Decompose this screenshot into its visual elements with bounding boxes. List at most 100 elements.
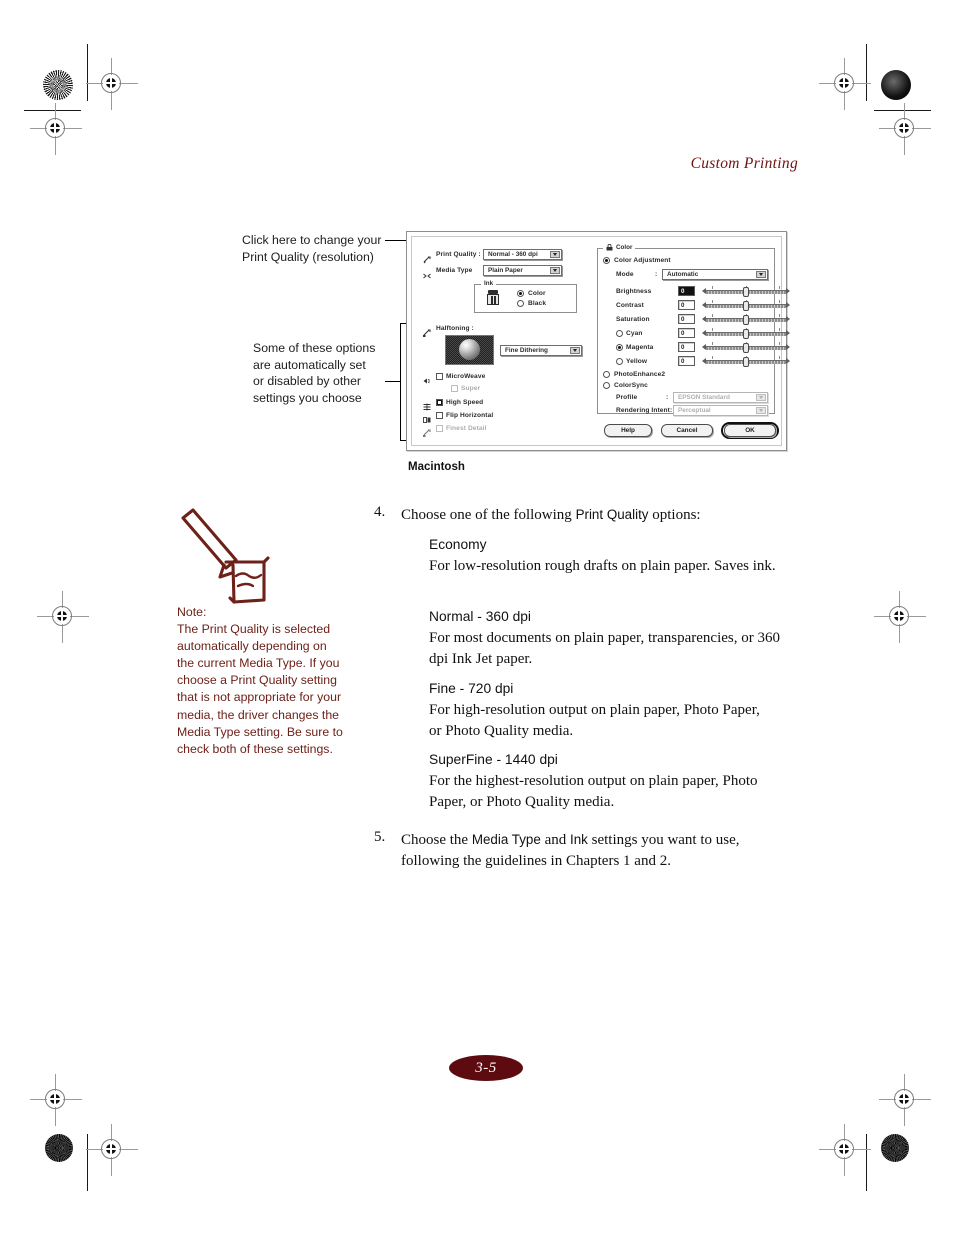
halftoning-row: Halftoning :: [423, 324, 474, 337]
ink-black-radio[interactable]: [517, 300, 524, 307]
ink-cartridge-icon: [487, 290, 499, 305]
colorsync-radio[interactable]: [603, 382, 610, 389]
registration-mark-bottom-right: [819, 1124, 871, 1176]
slider-yellow[interactable]: [702, 355, 790, 367]
halftoning-preview-sphere: [459, 339, 480, 360]
registration-mark-bottom-left: [86, 1124, 138, 1176]
super-row[interactable]: Super: [451, 385, 480, 392]
slider-label-contrast: Contrast: [616, 301, 644, 309]
flip-horizontal-row[interactable]: Flip Horizontal: [423, 411, 493, 423]
rendering-intent-label: Rendering Intent:: [616, 407, 673, 414]
note-pen-icon: [176, 505, 272, 605]
ok-button[interactable]: OK: [724, 424, 776, 437]
halftoning-preview: [445, 335, 494, 365]
rendering-intent-value: Perceptual: [678, 407, 711, 414]
photoenhance-row[interactable]: PhotoEnhance2: [603, 371, 665, 378]
step-4-text: Choose one of the following Print Qualit…: [401, 504, 801, 526]
chevron-down-icon[interactable]: [550, 267, 560, 274]
halftoning-icon: [423, 324, 431, 337]
slider-row-cyan: Cyan 0: [616, 327, 790, 339]
option-title-0: Economy: [429, 537, 487, 552]
slider-row-yellow: Yellow 0: [616, 355, 790, 367]
chevron-down-icon[interactable]: [570, 347, 580, 354]
color-group-label: Color: [616, 244, 633, 251]
ink-color-label: Color: [528, 290, 546, 297]
ink-color-radio[interactable]: [517, 290, 524, 297]
halftoning-label: Halftoning :: [436, 324, 474, 332]
color-adjustment-radio[interactable]: [603, 257, 610, 264]
page-number-badge: 3-5: [449, 1055, 523, 1081]
media-type-popup[interactable]: Plain Paper: [483, 265, 562, 276]
slider-value-yellow[interactable]: 0: [678, 356, 695, 366]
rendering-intent-popup[interactable]: Perceptual: [673, 405, 768, 416]
mode-colon: :: [655, 271, 658, 278]
document-page: Custom Printing Click here to change you…: [0, 0, 954, 1235]
photoenhance-radio[interactable]: [603, 371, 610, 378]
finest-detail-checkbox[interactable]: [436, 424, 443, 432]
slider-value-cyan[interactable]: 0: [678, 328, 695, 338]
halftoning-popup[interactable]: Fine Dithering: [500, 345, 582, 356]
ink-black-option[interactable]: Black: [517, 300, 546, 307]
slider-value-brightness[interactable]: 0: [678, 286, 695, 296]
ink-color-option[interactable]: Color: [517, 290, 546, 297]
finest-detail-label: Finest Detail: [446, 424, 487, 432]
color-group-label-wrap: Color: [603, 243, 636, 251]
profile-popup[interactable]: EPSON Standard: [673, 392, 768, 403]
chevron-down-icon[interactable]: [550, 251, 560, 258]
slider-value-magenta[interactable]: 0: [678, 342, 695, 352]
slider-value-contrast[interactable]: 0: [678, 300, 695, 310]
flip-horizontal-checkbox[interactable]: [436, 411, 443, 419]
media-type-value: Plain Paper: [488, 267, 523, 274]
mode-label: Mode: [616, 271, 634, 278]
callout-leader-bracket-vert: [400, 323, 401, 441]
slider-saturation[interactable]: [702, 313, 790, 325]
chevron-down-icon[interactable]: [756, 407, 766, 414]
microweave-checkbox[interactable]: [436, 372, 443, 380]
chevron-down-icon[interactable]: [756, 271, 766, 278]
slider-radio-yellow[interactable]: [616, 357, 623, 365]
print-quality-icon: [423, 251, 431, 263]
density-target-top-right: [881, 70, 911, 100]
ok-button-wrap: OK: [721, 422, 779, 439]
super-checkbox[interactable]: [451, 385, 458, 392]
microweave-row[interactable]: MicroWeave: [423, 372, 485, 384]
step-5-emphasis-ink: Ink: [569, 832, 588, 847]
colorsync-row[interactable]: ColorSync: [603, 382, 648, 389]
mode-value: Automatic: [667, 271, 699, 278]
registration-mark-left-middle: [37, 591, 89, 643]
trim-line-left-top: [24, 110, 81, 111]
color-adjustment-row[interactable]: Color Adjustment: [603, 257, 671, 264]
slider-label-cyan: Cyan: [626, 329, 643, 337]
high-speed-checkbox[interactable]: [436, 398, 443, 406]
slider-value-saturation[interactable]: 0: [678, 314, 695, 324]
flip-horizontal-icon: [423, 411, 431, 423]
registration-mark-top-left: [86, 58, 138, 110]
slider-cyan[interactable]: [702, 327, 790, 339]
high-speed-row[interactable]: High Speed: [423, 398, 483, 411]
profile-colon: :: [666, 394, 669, 401]
callout-print-quality: Click here to change your Print Quality …: [242, 233, 382, 264]
callout-leader-bracket-mid: [385, 381, 401, 382]
finest-detail-row[interactable]: Finest Detail: [423, 424, 487, 437]
slider-contrast[interactable]: [702, 299, 790, 311]
print-quality-popup[interactable]: Normal - 360 dpi: [483, 249, 562, 260]
trim-line-top-right: [866, 44, 867, 101]
slider-label-magenta: Magenta: [626, 343, 654, 351]
registration-mark-right-lower: [879, 1074, 931, 1126]
print-quality-value: Normal - 360 dpi: [488, 251, 538, 258]
slider-magenta[interactable]: [702, 341, 790, 353]
mode-popup[interactable]: Automatic: [662, 269, 768, 280]
media-type-label: Media Type: [436, 267, 473, 274]
trim-line-bottom-left: [87, 1134, 88, 1191]
cancel-button[interactable]: Cancel: [661, 424, 713, 437]
option-title-3: SuperFine - 1440 dpi: [429, 752, 558, 767]
help-button-wrap: Help: [604, 424, 652, 437]
help-button[interactable]: Help: [604, 424, 652, 437]
slider-radio-cyan[interactable]: [616, 329, 623, 337]
chevron-down-icon[interactable]: [756, 394, 766, 401]
slider-radio-magenta[interactable]: [616, 343, 623, 351]
high-speed-icon: [423, 398, 431, 411]
slider-brightness[interactable]: [702, 285, 790, 297]
page-number: 3-5: [475, 1059, 497, 1076]
running-head: Custom Printing: [690, 155, 798, 172]
